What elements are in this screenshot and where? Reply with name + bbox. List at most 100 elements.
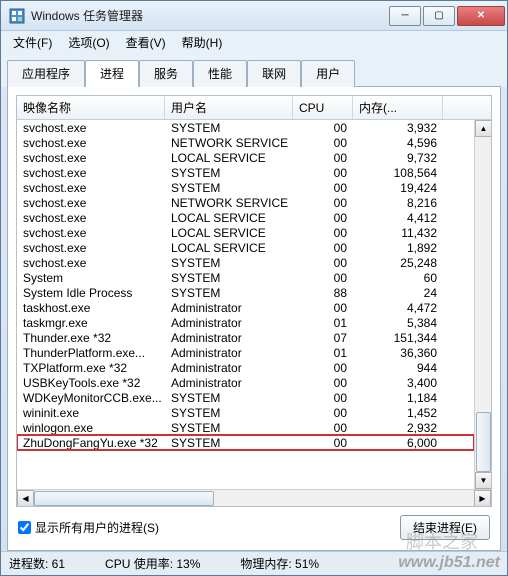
tab-processes[interactable]: 进程 [85,60,139,87]
tab-performance[interactable]: 性能 [193,60,247,87]
table-row[interactable]: SystemSYSTEM0060 [17,270,474,285]
show-all-users-input[interactable] [18,521,31,534]
maximize-button[interactable]: ▢ [423,6,455,26]
cell-cpu: 00 [293,196,353,210]
cell-user: NETWORK SERVICE [165,136,293,150]
cell-user: SYSTEM [165,271,293,285]
process-list: 映像名称 用户名 CPU 内存(... svchost.exeSYSTEM003… [16,95,492,507]
col-memory[interactable]: 内存(... [353,96,443,119]
cell-name: svchost.exe [17,196,165,210]
col-user-name[interactable]: 用户名 [165,96,293,119]
table-row[interactable]: svchost.exeNETWORK SERVICE008,216 [17,195,474,210]
col-image-name[interactable]: 映像名称 [17,96,165,119]
menu-view[interactable]: 查看(V) [118,32,174,53]
cell-name: ThunderPlatform.exe... [17,346,165,360]
scroll-track[interactable] [475,137,491,472]
window-controls: ─ ▢ ✕ [387,6,505,26]
scroll-left-icon[interactable]: ◀ [17,490,34,507]
cell-name: svchost.exe [17,226,165,240]
cell-mem: 3,400 [353,376,443,390]
hscroll-thumb[interactable] [34,491,214,506]
menu-help[interactable]: 帮助(H) [174,32,231,53]
cell-cpu: 00 [293,136,353,150]
watermark-url: www.jb51.net [398,554,500,572]
scroll-up-icon[interactable]: ▲ [475,120,491,137]
table-row[interactable]: svchost.exeSYSTEM0025,248 [17,255,474,270]
tab-users[interactable]: 用户 [301,60,355,87]
table-row[interactable]: WDKeyMonitorCCB.exe...SYSTEM001,184 [17,390,474,405]
show-all-users-checkbox[interactable]: 显示所有用户的进程(S) [18,519,159,536]
cell-user: SYSTEM [165,286,293,300]
cell-mem: 5,384 [353,316,443,330]
horizontal-scrollbar[interactable]: ◀ ▶ [17,489,491,506]
table-row[interactable]: TXPlatform.exe *32Administrator00944 [17,360,474,375]
cell-cpu: 00 [293,241,353,255]
table-row[interactable]: wininit.exeSYSTEM001,452 [17,405,474,420]
cell-name: winlogon.exe [17,421,165,435]
table-row[interactable]: svchost.exeLOCAL SERVICE009,732 [17,150,474,165]
cell-user: Administrator [165,361,293,375]
table-row[interactable]: taskhost.exeAdministrator004,472 [17,300,474,315]
table-row[interactable]: svchost.exeSYSTEM00108,564 [17,165,474,180]
cell-name: svchost.exe [17,256,165,270]
cell-mem: 60 [353,271,443,285]
cell-cpu: 00 [293,271,353,285]
tab-networking[interactable]: 联网 [247,60,301,87]
menu-options[interactable]: 选项(O) [60,32,117,53]
table-row[interactable]: USBKeyTools.exe *32Administrator003,400 [17,375,474,390]
cell-cpu: 00 [293,421,353,435]
cell-name: svchost.exe [17,166,165,180]
cell-mem: 9,732 [353,151,443,165]
window-title: Windows 任务管理器 [31,7,387,24]
table-row[interactable]: winlogon.exeSYSTEM002,932 [17,420,474,435]
cell-user: LOCAL SERVICE [165,211,293,225]
menu-file[interactable]: 文件(F) [5,32,60,53]
cell-name: svchost.exe [17,151,165,165]
cell-mem: 6,000 [353,436,443,450]
cell-cpu: 01 [293,316,353,330]
table-row[interactable]: taskmgr.exeAdministrator015,384 [17,315,474,330]
table-row[interactable]: ThunderPlatform.exe...Administrator0136,… [17,345,474,360]
cell-user: SYSTEM [165,121,293,135]
vertical-scrollbar[interactable]: ▲ ▼ [474,120,491,489]
hscroll-track[interactable] [34,490,474,507]
close-button[interactable]: ✕ [457,6,505,26]
cell-mem: 151,344 [353,331,443,345]
cell-cpu: 00 [293,436,353,450]
col-cpu[interactable]: CPU [293,96,353,119]
cell-name: TXPlatform.exe *32 [17,361,165,375]
table-row[interactable]: svchost.exeLOCAL SERVICE0011,432 [17,225,474,240]
table-row[interactable]: svchost.exeNETWORK SERVICE004,596 [17,135,474,150]
tab-applications[interactable]: 应用程序 [7,60,85,87]
table-row[interactable]: svchost.exeLOCAL SERVICE004,412 [17,210,474,225]
cell-user: SYSTEM [165,391,293,405]
cell-mem: 3,932 [353,121,443,135]
cell-cpu: 00 [293,301,353,315]
table-row[interactable]: ZhuDongFangYu.exe *32SYSTEM006,000 [17,435,474,450]
cell-user: SYSTEM [165,166,293,180]
table-row[interactable]: svchost.exeLOCAL SERVICE001,892 [17,240,474,255]
list-body[interactable]: svchost.exeSYSTEM003,932svchost.exeNETWO… [17,120,474,489]
task-manager-window: Windows 任务管理器 ─ ▢ ✕ 文件(F) 选项(O) 查看(V) 帮助… [0,0,508,576]
status-cpu-usage: CPU 使用率: 13% [105,555,200,572]
table-row[interactable]: System Idle ProcessSYSTEM8824 [17,285,474,300]
cell-name: svchost.exe [17,136,165,150]
cell-user: LOCAL SERVICE [165,241,293,255]
cell-cpu: 07 [293,331,353,345]
cell-cpu: 00 [293,376,353,390]
table-row[interactable]: svchost.exeSYSTEM0019,424 [17,180,474,195]
content-panel: 映像名称 用户名 CPU 内存(... svchost.exeSYSTEM003… [7,87,501,551]
cell-user: SYSTEM [165,181,293,195]
minimize-button[interactable]: ─ [389,6,421,26]
table-row[interactable]: Thunder.exe *32Administrator07151,344 [17,330,474,345]
cell-cpu: 00 [293,121,353,135]
scroll-thumb[interactable] [476,412,491,472]
titlebar[interactable]: Windows 任务管理器 ─ ▢ ✕ [1,1,507,31]
tab-services[interactable]: 服务 [139,60,193,87]
show-all-users-label: 显示所有用户的进程(S) [35,519,159,536]
table-row[interactable]: svchost.exeSYSTEM003,932 [17,120,474,135]
cell-cpu: 00 [293,361,353,375]
status-process-count: 进程数: 61 [9,555,65,572]
scroll-right-icon[interactable]: ▶ [474,490,491,507]
scroll-down-icon[interactable]: ▼ [475,472,491,489]
